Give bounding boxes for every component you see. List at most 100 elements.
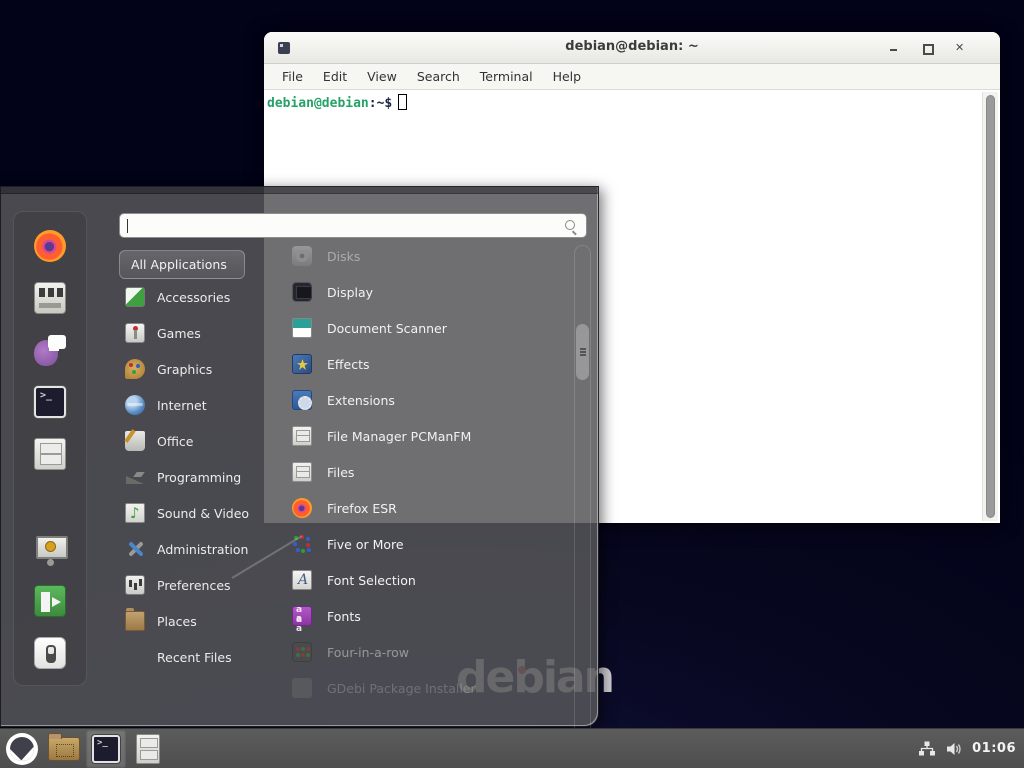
app-item-display[interactable]: Display	[284, 274, 572, 310]
firefox-icon	[292, 498, 312, 518]
internet-icon	[125, 395, 145, 415]
terminal-scrollbar-track[interactable]	[982, 92, 998, 521]
app-item-file-manager-pcmanfm[interactable]: File Manager PCManFM	[284, 418, 572, 454]
app-item-label: Font Selection	[327, 573, 416, 588]
category-office[interactable]: Office	[119, 423, 269, 459]
category-administration[interactable]: Administration	[119, 531, 269, 567]
app-item-firefox-esr[interactable]: Firefox ESR	[284, 490, 572, 526]
app-item-effects[interactable]: Effects	[284, 346, 572, 382]
category-label: Accessories	[157, 290, 230, 305]
volume-icon[interactable]	[945, 740, 963, 758]
category-label: Internet	[157, 398, 207, 413]
category-label: Recent Files	[157, 650, 232, 665]
sound-video-icon	[125, 503, 145, 523]
file-cabinet-launcher[interactable]	[128, 730, 168, 768]
games-icon	[125, 323, 145, 343]
display-icon	[292, 282, 312, 302]
lock-screen-icon[interactable]	[34, 533, 66, 565]
app-item-label: Disks	[327, 249, 360, 264]
app-item-label: Effects	[327, 357, 370, 372]
favorite-launchers	[34, 230, 66, 470]
file-cabinet-icon	[136, 734, 160, 764]
cabinet-icon[interactable]	[34, 438, 66, 470]
keyboard-icon[interactable]	[34, 282, 66, 314]
app-item-label: Firefox ESR	[327, 501, 397, 516]
scanner-icon	[292, 318, 312, 338]
clock[interactable]: 01:06	[972, 741, 1016, 756]
app-item-fonts[interactable]: Fonts	[284, 598, 572, 634]
search-input[interactable]	[119, 213, 587, 238]
terminal-menu-search[interactable]: Search	[407, 66, 470, 87]
menu-scrollbar-thumb[interactable]	[576, 324, 589, 380]
search-caret	[127, 219, 128, 233]
terminal-icon[interactable]	[34, 386, 66, 418]
terminal-menu-help[interactable]: Help	[543, 66, 592, 87]
programming-icon	[125, 467, 145, 487]
terminal-scrollbar-thumb[interactable]	[986, 95, 995, 518]
application-menu: All Applications Accessories Games Graphic…	[0, 186, 599, 727]
menu-top-border	[1, 187, 598, 194]
search-icon	[564, 219, 578, 233]
category-label: Games	[157, 326, 201, 341]
category-preferences[interactable]: Preferences	[119, 567, 269, 603]
category-sound-video[interactable]: Sound & Video	[119, 495, 269, 531]
app-item-label: Files	[327, 465, 354, 480]
category-games[interactable]: Games	[119, 315, 269, 351]
terminal-cursor	[398, 94, 407, 110]
app-item-gdebi-package-installer[interactable]: GDebi Package Installer	[284, 670, 572, 706]
pidgin-icon[interactable]	[34, 334, 66, 366]
category-label: Programming	[157, 470, 241, 485]
session-buttons	[34, 533, 66, 669]
app-item-document-scanner[interactable]: Document Scanner	[284, 310, 572, 346]
terminal-menu-file[interactable]: File	[272, 66, 313, 87]
none-icon	[125, 647, 145, 667]
firefox-icon[interactable]	[34, 230, 66, 262]
app-item-extensions[interactable]: Extensions	[284, 382, 572, 418]
app-item-label: Document Scanner	[327, 321, 447, 336]
app-item-label: Fonts	[327, 609, 361, 624]
app-item-font-selection[interactable]: Font Selection	[284, 562, 572, 598]
category-label: Office	[157, 434, 194, 449]
menu-scrollbar-track[interactable]	[574, 245, 591, 768]
network-icon[interactable]	[918, 740, 936, 758]
terminal-menu-edit[interactable]: Edit	[313, 66, 357, 87]
close-button[interactable]	[952, 40, 968, 56]
app-item-five-or-more[interactable]: Five or More	[284, 526, 572, 562]
desktop: debian debian@debian: ~ FileEditViewSear…	[0, 0, 1024, 768]
four-in-a-row-icon	[292, 642, 312, 662]
app-menu-button[interactable]	[2, 730, 42, 768]
category-internet[interactable]: Internet	[119, 387, 269, 423]
office-icon	[125, 431, 145, 451]
terminal-task-button[interactable]	[86, 730, 126, 768]
file-manager-launcher[interactable]	[44, 730, 84, 768]
category-label: Sound & Video	[157, 506, 249, 521]
taskbar: 01:06	[0, 728, 1024, 768]
all-applications-button[interactable]: All Applications	[119, 250, 245, 279]
category-list: Accessories Games Graphics Internet Office Pr…	[119, 279, 269, 675]
category-label: Preferences	[157, 578, 231, 593]
accessories-icon	[125, 287, 145, 307]
maximize-button[interactable]	[919, 40, 935, 56]
category-recent-files[interactable]: Recent Files	[119, 639, 269, 675]
minimize-button[interactable]	[886, 40, 902, 56]
terminal-icon	[92, 735, 120, 763]
category-programming[interactable]: Programming	[119, 459, 269, 495]
category-places[interactable]: Places	[119, 603, 269, 639]
fonts-icon	[292, 606, 312, 626]
app-item-label: Display	[327, 285, 373, 300]
app-item-disks[interactable]: Disks	[284, 238, 572, 274]
category-graphics[interactable]: Graphics	[119, 351, 269, 387]
category-label: Graphics	[157, 362, 212, 377]
terminal-menu-view[interactable]: View	[357, 66, 407, 87]
category-accessories[interactable]: Accessories	[119, 279, 269, 315]
shut-down-icon[interactable]	[34, 637, 66, 669]
app-item-label: File Manager PCManFM	[327, 429, 471, 444]
terminal-menu-terminal[interactable]: Terminal	[470, 66, 543, 87]
app-item-four-in-a-row[interactable]: Four-in-a-row	[284, 634, 572, 670]
effects-icon	[292, 354, 312, 374]
terminal-titlebar[interactable]: debian@debian: ~	[264, 32, 1000, 64]
log-out-icon[interactable]	[34, 585, 66, 617]
terminal-prompt-line: debian@debian:~$	[267, 94, 407, 111]
folder-icon	[48, 737, 80, 761]
app-item-files[interactable]: Files	[284, 454, 572, 490]
